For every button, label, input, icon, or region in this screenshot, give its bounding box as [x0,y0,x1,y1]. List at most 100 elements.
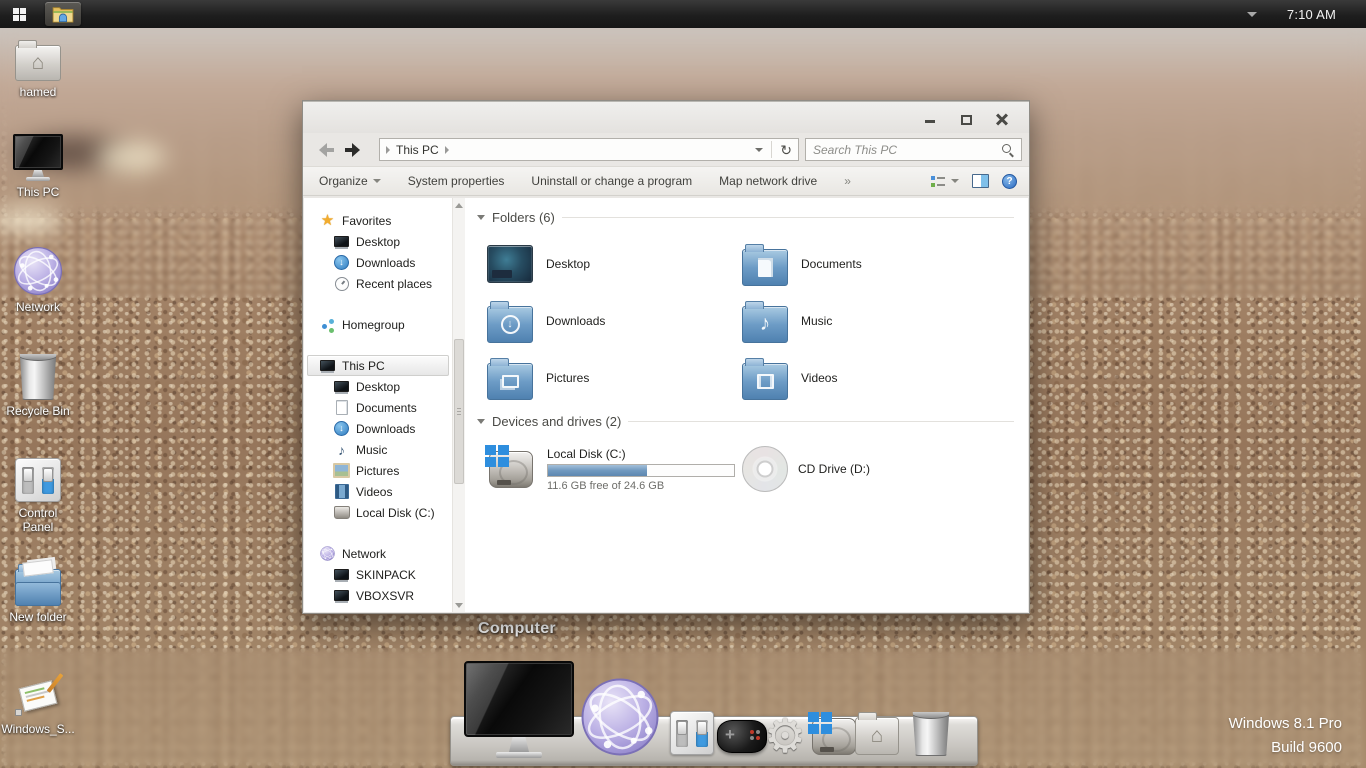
navigation-pane: Favorites Desktop Downloads Recent place… [304,198,452,612]
network-globe-icon [580,677,660,757]
picture-icon [333,463,350,479]
downloads-folder-icon: ↓ [487,306,533,343]
desktop-icon-this-pc[interactable]: This PC [2,134,74,199]
uninstall-program-button[interactable]: Uninstall or change a program [531,174,692,188]
desktop-icon-hamed[interactable]: ⌂ hamed [2,38,74,99]
documents-folder-icon [742,249,788,286]
help-icon[interactable] [1002,174,1017,189]
address-breadcrumb-bar[interactable]: This PC ↻ [379,138,799,161]
collapse-triangle-icon[interactable] [477,419,485,424]
search-box[interactable] [805,138,1022,161]
window-titlebar[interactable] [303,101,1029,133]
sidebar-item-pc-music[interactable]: Music [307,439,449,460]
windows-flag-icon [808,712,832,734]
sidebar-item-network-skinpack[interactable]: SKINPACK [307,564,449,585]
dock-settings-button[interactable]: ⚙ [764,712,806,759]
forward-button[interactable] [339,138,365,162]
folder-icon [52,5,74,23]
group-header-folders[interactable]: Folders (6) [477,210,1022,225]
desktop-icon-windows-setup[interactable]: Windows_S... [2,672,74,736]
folder-item-music[interactable]: ♪ Music [742,292,997,349]
breadcrumb-chevron-icon[interactable] [445,146,449,154]
film-icon [333,484,350,500]
preview-pane-icon[interactable] [972,174,989,188]
sidebar-item-desktop[interactable]: Desktop [307,231,449,252]
search-icon[interactable] [1001,143,1014,156]
sidebar-item-homegroup[interactable]: Homegroup [307,314,449,335]
toolbar-overflow-button[interactable]: » [844,174,851,188]
start-windows-logo-icon[interactable] [13,8,26,21]
maximize-button[interactable] [953,109,979,127]
search-input[interactable] [813,143,1001,157]
dock-drives-button[interactable] [810,715,860,757]
breadcrumb-location[interactable]: This PC [396,143,439,157]
hard-drive-icon [487,448,537,490]
tray-expand-chevron-icon[interactable] [1247,12,1257,17]
hard-drive-icon [810,715,860,757]
dock-games-button[interactable] [717,720,767,753]
trash-icon [912,712,950,756]
collapse-triangle-icon[interactable] [477,215,485,220]
star-icon [319,213,336,229]
sidebar-item-network[interactable]: Network [307,543,449,564]
sidebar-item-pc-local-disk[interactable]: Local Disk (C:) [307,502,449,523]
dock-network-button[interactable] [580,677,660,762]
sidebar-item-recent-places[interactable]: Recent places [307,273,449,294]
back-button[interactable] [313,138,339,162]
change-view-button[interactable] [931,175,959,188]
sidebar-item-pc-pictures[interactable]: Pictures [307,460,449,481]
folder-item-desktop[interactable]: Desktop [487,235,742,292]
windows-flag-icon [485,445,509,467]
homegroup-icon [319,317,336,333]
disk-capacity-fill [548,465,647,476]
folder-item-pictures[interactable]: Pictures [487,349,742,406]
close-button[interactable] [989,109,1015,127]
sidebar-item-downloads[interactable]: Downloads [307,252,449,273]
items-view: Folders (6) Desktop Documents ↓ Download… [465,198,1028,612]
scrollbar-thumb[interactable] [454,339,464,484]
desktop-icon-control-panel[interactable]: Control Panel [2,458,74,535]
cd-disc-icon [742,446,788,492]
sidebar-item-this-pc[interactable]: This PC [307,355,449,376]
file-explorer-taskbar-button[interactable] [45,2,81,26]
scroll-up-icon[interactable] [453,198,465,212]
windows-version-watermark: Windows 8.1 Pro Build 9600 [1229,712,1342,760]
group-header-devices[interactable]: Devices and drives (2) [477,414,1022,429]
navigation-bar: This PC ↻ [303,133,1029,166]
drive-item-local-disk-c[interactable]: Local Disk (C:) 11.6 GB free of 24.6 GB [487,439,742,499]
home-folder-icon: ⌂ [855,717,899,755]
folder-item-documents[interactable]: Documents [742,235,997,292]
dock-trash-button[interactable] [912,712,950,756]
sidebar-item-pc-downloads[interactable]: Downloads [307,418,449,439]
dock-home-folder-button[interactable]: ⌂ [855,717,899,755]
sidebar-item-pc-desktop[interactable]: Desktop [307,376,449,397]
computer-icon [333,588,350,604]
window-content: Favorites Desktop Downloads Recent place… [304,198,1028,612]
folder-item-videos[interactable]: Videos [742,349,997,406]
sidebar-item-favorites[interactable]: Favorites [307,210,449,231]
gear-icon: ⚙ [764,709,806,762]
folder-item-downloads[interactable]: ↓ Downloads [487,292,742,349]
address-dropdown-icon[interactable] [755,148,763,152]
desktop-icon-network[interactable]: Network [2,246,74,314]
sidebar-item-network-vboxsvr[interactable]: VBOXSVR [307,585,449,606]
system-properties-button[interactable]: System properties [408,174,505,188]
desktop-icon-new-folder[interactable]: New folder [2,562,74,624]
refresh-icon[interactable]: ↻ [780,143,792,157]
dock-computer-button[interactable] [464,661,574,758]
organize-menu-button[interactable]: Organize [319,174,381,188]
dropdown-caret-icon [951,179,959,183]
map-network-drive-button[interactable]: Map network drive [719,174,817,188]
download-icon [333,255,350,271]
minimize-button[interactable] [917,109,943,127]
dock-control-panel-button[interactable] [670,711,714,755]
drive-item-cd-d[interactable]: CD Drive (D:) [742,439,997,499]
dock-tooltip: Computer [478,620,556,638]
desktop-icon-recycle-bin[interactable]: Recycle Bin [2,350,74,418]
user-home-folder-icon: ⌂ [15,45,61,81]
sidebar-scrollbar[interactable] [452,198,465,612]
sidebar-item-pc-videos[interactable]: Videos [307,481,449,502]
sidebar-item-pc-documents[interactable]: Documents [307,397,449,418]
scroll-down-icon[interactable] [453,598,465,612]
blue-folder-icon [15,569,61,606]
